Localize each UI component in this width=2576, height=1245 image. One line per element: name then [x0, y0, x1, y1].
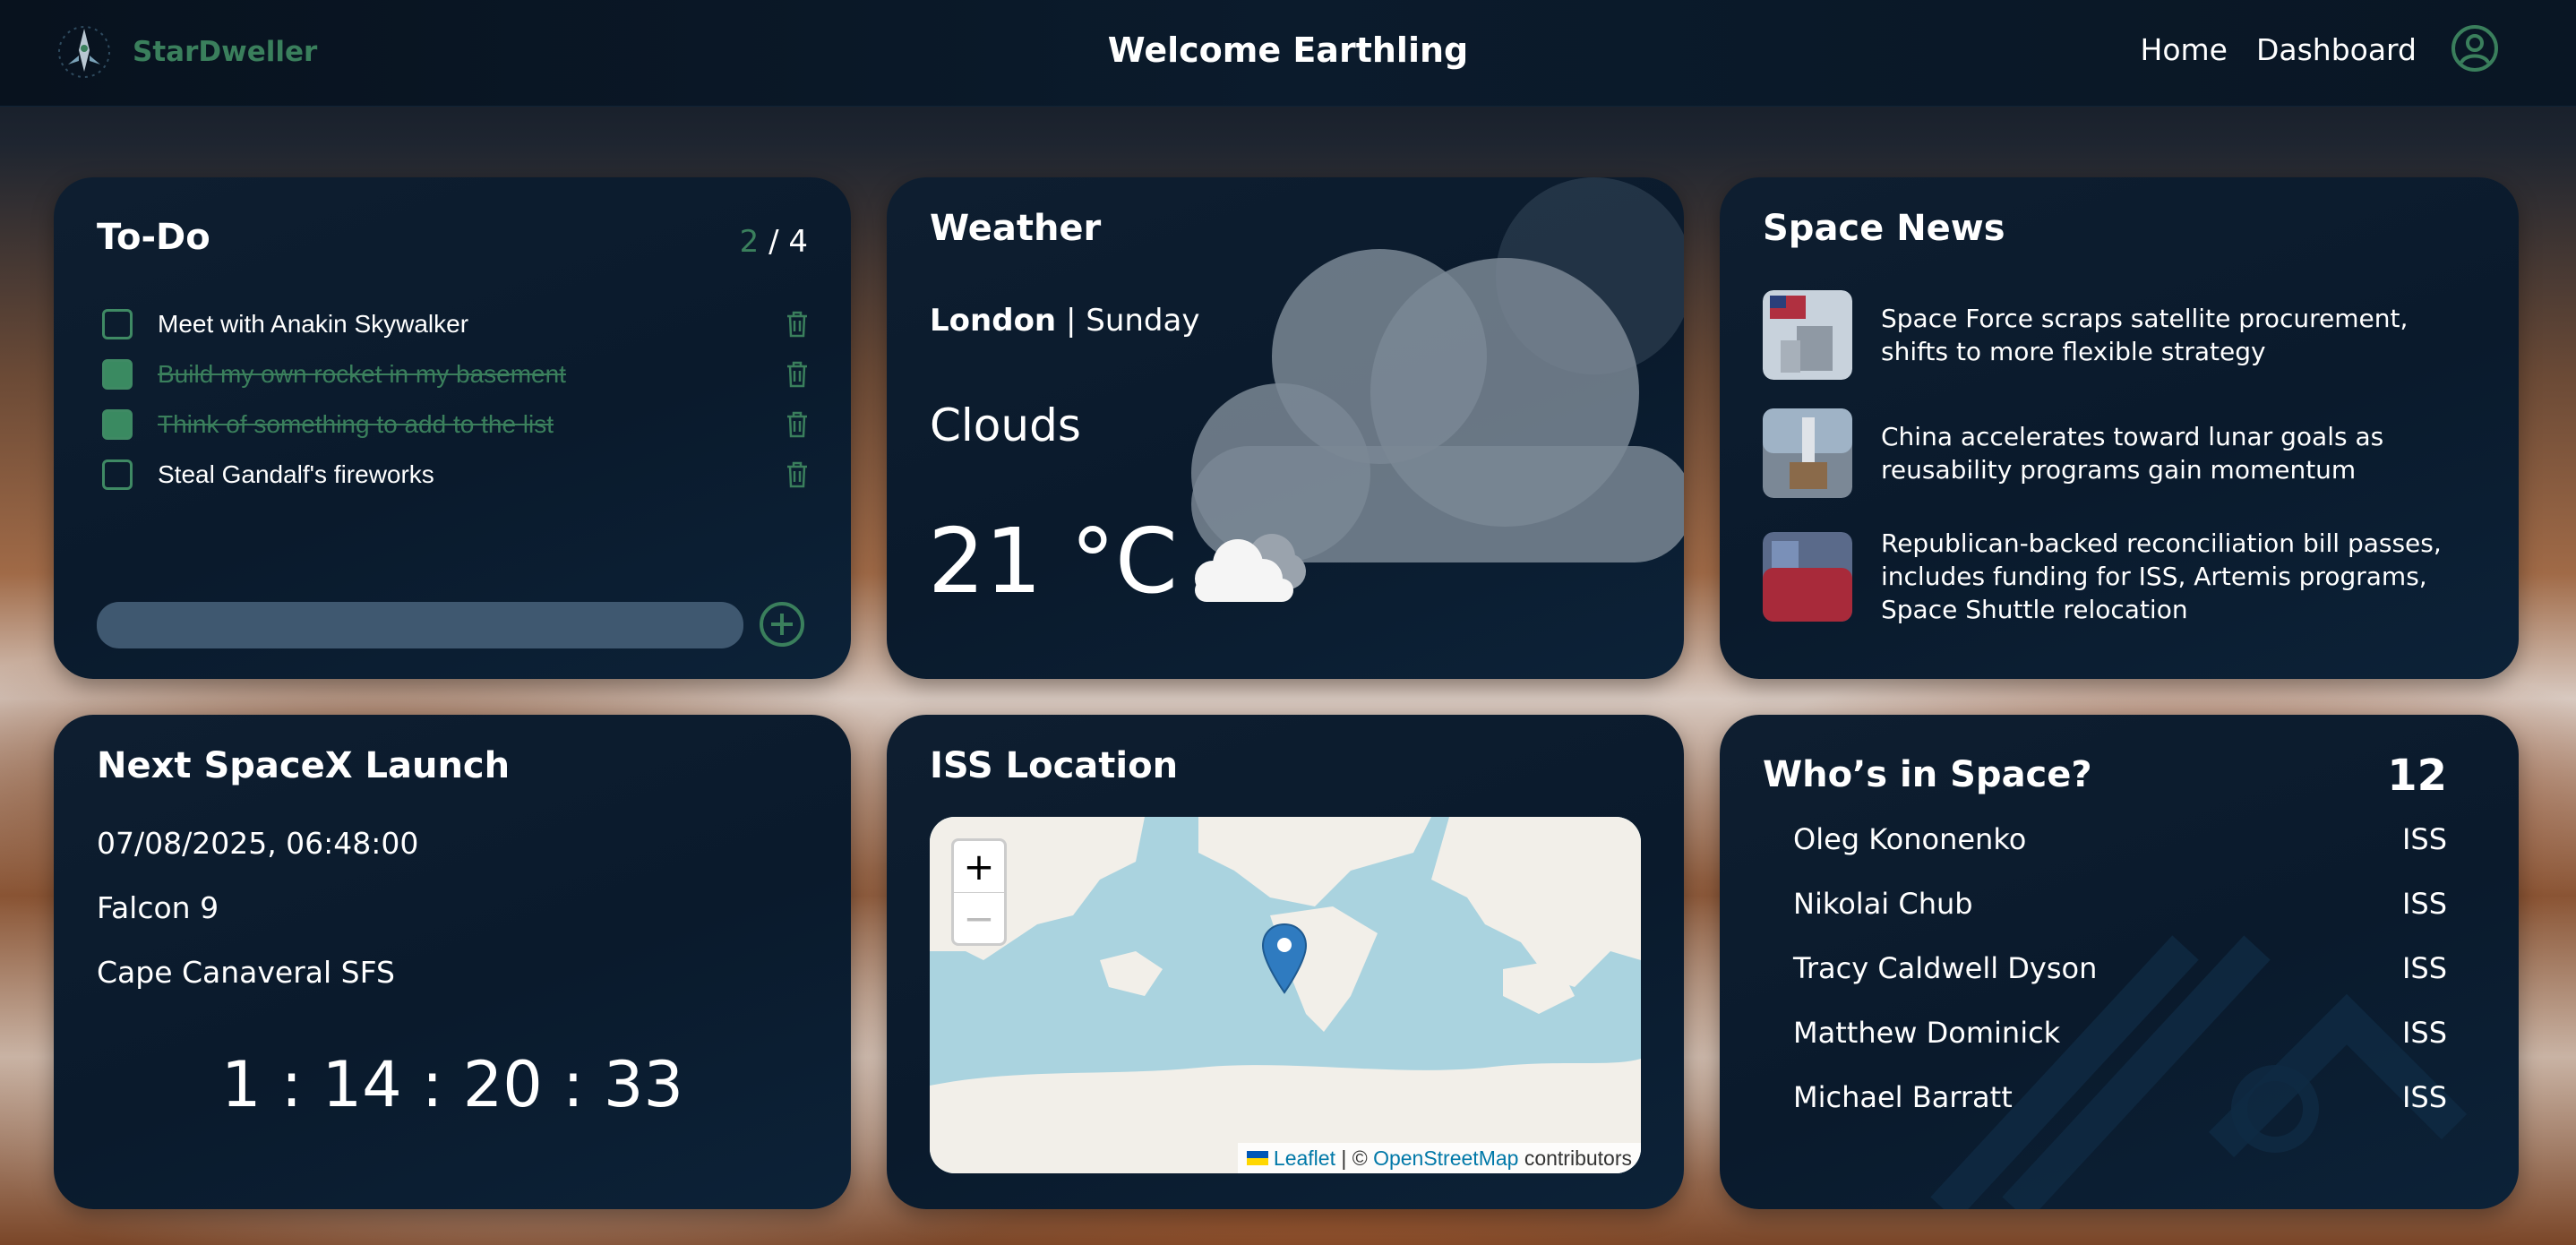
todo-item: Think of something to add to the list: [102, 399, 810, 450]
todo-done-count: 2: [739, 224, 760, 260]
whos-in-space-card: Who’s in Space? 12 Oleg Kononenko ISS Ni…: [1720, 715, 2519, 1209]
todo-title: To-Do: [97, 217, 210, 258]
add-circle-icon[interactable]: [758, 600, 806, 648]
iss-location-card: ISS Location + − Leaflet | © OpenStreetM…: [887, 715, 1684, 1209]
crew-craft: ISS: [2401, 887, 2447, 921]
news-thumbnail: [1763, 408, 1852, 498]
news-title: Space News: [1763, 208, 2005, 249]
todo-total: / 4: [769, 224, 808, 260]
todo-checkbox-checked[interactable]: [102, 359, 133, 390]
crew-craft: ISS: [2401, 951, 2447, 985]
crew-name: Nikolai Chub: [1793, 887, 1973, 921]
crew-craft: ISS: [2401, 822, 2447, 856]
launch-countdown: 1 : 14 : 20 : 33: [220, 1048, 683, 1121]
map-attribution: Leaflet | © OpenStreetMap contributors: [1237, 1143, 1641, 1173]
user-account-icon[interactable]: [2451, 24, 2499, 73]
weather-separator: |: [1065, 303, 1077, 339]
todo-item: Steal Gandalf's fireworks: [102, 450, 810, 500]
news-thumbnail: [1763, 290, 1852, 380]
crew-name: Tracy Caldwell Dyson: [1793, 951, 2098, 985]
todo-progress: 2 / 4: [740, 224, 808, 260]
crew-craft: ISS: [2401, 1080, 2447, 1114]
trash-icon[interactable]: [785, 360, 810, 389]
todo-item-text: Think of something to add to the list: [158, 410, 554, 438]
weather-location: London | Sunday: [930, 303, 1199, 339]
cloud-icon: [1195, 534, 1306, 602]
crew-row: Oleg Kononenko ISS: [1793, 822, 2447, 856]
people-in-space-count: 12: [2387, 751, 2447, 801]
launch-title: Next SpaceX Launch: [97, 745, 511, 786]
todo-checkbox[interactable]: [102, 459, 133, 490]
trash-icon[interactable]: [785, 460, 810, 489]
todo-checkbox[interactable]: [102, 309, 133, 339]
launch-rocket: Falcon 9: [97, 890, 219, 925]
todo-card: To-Do 2 / 4 Meet with Anakin Skywalker B…: [54, 177, 851, 679]
news-item[interactable]: Republican-backed reconciliation bill pa…: [1763, 527, 2479, 626]
world-map: [930, 817, 1641, 1173]
launch-site: Cape Canaveral SFS: [97, 955, 395, 990]
leaflet-link[interactable]: Leaflet: [1274, 1146, 1335, 1171]
todo-item: Meet with Anakin Skywalker: [102, 299, 810, 349]
todo-item-text: Build my own rocket in my basement: [158, 360, 566, 388]
weather-condition: Clouds: [930, 399, 1081, 451]
todo-item-text: Meet with Anakin Skywalker: [158, 310, 469, 338]
weather-day: Sunday: [1086, 303, 1200, 339]
news-headline: Republican-backed reconciliation bill pa…: [1881, 528, 2442, 624]
launch-datetime: 07/08/2025, 06:48:00: [97, 826, 419, 861]
new-todo-input[interactable]: [97, 602, 743, 648]
crew-row: Michael Barratt ISS: [1793, 1080, 2447, 1114]
weather-title: Weather: [930, 208, 1102, 249]
map-zoom-control: + −: [951, 838, 1007, 946]
crew-name: Michael Barratt: [1793, 1080, 2013, 1114]
crew-name: Matthew Dominick: [1793, 1016, 2061, 1050]
crew-row: Tracy Caldwell Dyson ISS: [1793, 951, 2447, 985]
trash-icon[interactable]: [785, 410, 810, 439]
todo-item: Build my own rocket in my basement: [102, 349, 810, 399]
todo-item-text: Steal Gandalf's fireworks: [158, 460, 434, 488]
todo-list: Meet with Anakin Skywalker Build my own …: [102, 299, 810, 500]
weather-city: London: [930, 303, 1057, 339]
crew-row: Nikolai Chub ISS: [1793, 887, 2447, 921]
attribution-separator: | ©: [1335, 1146, 1374, 1170]
ukraine-flag-icon: [1246, 1151, 1268, 1165]
trash-icon[interactable]: [785, 310, 810, 339]
who-title: Who’s in Space?: [1763, 754, 2092, 795]
iss-map[interactable]: + − Leaflet | © OpenStreetMap contributo…: [930, 817, 1641, 1173]
crew-row: Matthew Dominick ISS: [1793, 1016, 2447, 1050]
news-thumbnail: [1763, 531, 1852, 622]
zoom-in-button[interactable]: +: [954, 841, 1004, 893]
news-headline: China accelerates toward lunar goals as …: [1881, 422, 2384, 485]
weather-card: Weather London | Sunday Clouds 21 °C: [887, 177, 1684, 679]
spacex-launch-card: Next SpaceX Launch 07/08/2025, 06:48:00 …: [54, 715, 851, 1209]
nav-home-link[interactable]: Home: [2141, 32, 2228, 67]
todo-checkbox-checked[interactable]: [102, 409, 133, 440]
weather-temperature: 21 °C: [928, 509, 1178, 614]
iss-title: ISS Location: [930, 745, 1179, 786]
news-item[interactable]: Space Force scraps satellite procurement…: [1763, 290, 2479, 380]
crew-name: Oleg Kononenko: [1793, 822, 2027, 856]
news-item[interactable]: China accelerates toward lunar goals as …: [1763, 408, 2479, 498]
location-marker-icon: [1261, 923, 1308, 994]
space-news-card: Space News Space Force scraps satellite …: [1720, 177, 2519, 679]
news-headline: Space Force scraps satellite procurement…: [1881, 304, 2409, 366]
zoom-out-button[interactable]: −: [954, 893, 1004, 944]
nav-links: Home Dashboard: [2141, 32, 2417, 67]
attribution-tail: contributors: [1518, 1146, 1632, 1170]
openstreetmap-link[interactable]: OpenStreetMap: [1373, 1146, 1518, 1171]
crew-craft: ISS: [2401, 1016, 2447, 1050]
top-navbar: StarDweller Welcome Earthling Home Dashb…: [0, 0, 2576, 107]
nav-dashboard-link[interactable]: Dashboard: [2256, 32, 2417, 67]
